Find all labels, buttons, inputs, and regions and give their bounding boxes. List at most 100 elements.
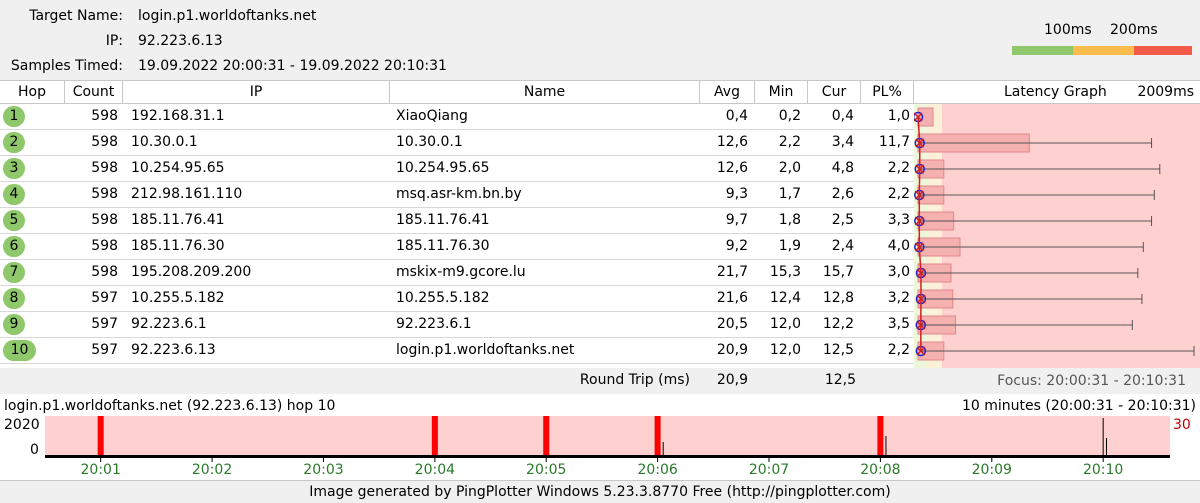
column-header-name[interactable]: Name (390, 81, 700, 103)
target-name-value: login.p1.worldoftanks.net (138, 8, 317, 24)
hop-cur: 12,8 (822, 290, 854, 306)
hop-min: 2,0 (778, 160, 801, 176)
round-trip-avg: 20,9 (716, 372, 748, 388)
hop-ip: 92.223.6.1 (131, 316, 207, 332)
hop-ip: 185.11.76.30 (131, 238, 225, 254)
hop-ip: 192.168.31.1 (131, 108, 225, 124)
hop-avg: 20,5 (716, 316, 748, 332)
packet-loss-marker (543, 416, 550, 456)
round-trip-row: Round Trip (ms) 20,9 12,5 Focus: 20:00:3… (0, 368, 1200, 394)
hop-cur: 0,4 (831, 108, 854, 124)
hop-name: 10.255.5.182 (396, 290, 490, 306)
hop-min: 12,0 (769, 342, 801, 358)
timeline-right-label: 30 (1173, 417, 1191, 433)
hop-name: XiaoQiang (396, 108, 468, 124)
latency-color-scale: 100ms 200ms (1012, 22, 1192, 55)
hop-number-badge: 8 (3, 288, 25, 309)
hop-min: 2,2 (778, 134, 801, 150)
hop-packet-loss: 2,2 (887, 160, 910, 176)
hop-packet-loss: 2,2 (887, 186, 910, 202)
column-header-min[interactable]: Min (755, 81, 808, 103)
timeline-tick-label: 20:02 (192, 462, 232, 478)
hop-name: login.p1.worldoftanks.net (396, 342, 575, 358)
target-name-label: Target Name: (29, 8, 123, 24)
hop-count: 598 (91, 264, 118, 280)
hop-ip: 185.11.76.41 (131, 212, 225, 228)
hop-packet-loss: 3,3 (887, 212, 910, 228)
hop-number-badge: 1 (3, 106, 25, 127)
hop-count: 597 (91, 316, 118, 332)
timeline-tick-label: 20:10 (1083, 462, 1123, 478)
timeline-tick-label: 20:09 (972, 462, 1012, 478)
hop-cur: 2,5 (831, 212, 854, 228)
hop-cur: 2,6 (831, 186, 854, 202)
packet-loss-marker (877, 416, 884, 456)
column-header-ip[interactable]: IP (123, 81, 390, 103)
latency-graph-max: 2009ms (1137, 84, 1194, 100)
hop-count: 598 (91, 212, 118, 228)
column-header-avg[interactable]: Avg (700, 81, 755, 103)
timeline-tick-label: 20:08 (860, 462, 900, 478)
scale-label-200ms: 200ms (1110, 22, 1158, 38)
scale-red-segment (1134, 46, 1192, 55)
hop-number-badge: 7 (3, 262, 25, 283)
hop-count: 598 (91, 108, 118, 124)
target-info-panel: Target Name: login.p1.worldoftanks.net I… (0, 0, 1200, 80)
timeline-tick-label: 20:07 (749, 462, 789, 478)
hop-packet-loss: 3,0 (887, 264, 910, 280)
column-header-cur[interactable]: Cur (808, 81, 861, 103)
hop-number-badge: 10 (3, 340, 36, 361)
hop-cur: 3,4 (831, 134, 854, 150)
hop-name: 185.11.76.30 (396, 238, 490, 254)
hop-min: 1,8 (778, 212, 801, 228)
timeline-y-max: 2020 (4, 417, 40, 433)
column-header-count[interactable]: Count (65, 81, 123, 103)
hop-cur: 2,4 (831, 238, 854, 254)
hop-ip: 195.208.209.200 (131, 264, 252, 280)
packet-loss-marker (97, 416, 104, 456)
hop-ip: 10.255.5.182 (131, 290, 225, 306)
hop-number-badge: 5 (3, 210, 25, 231)
focus-range: Focus: 20:00:31 - 20:10:31 (997, 373, 1186, 389)
hop-ip: 10.30.0.1 (131, 134, 198, 150)
timeline-tick-label: 20:03 (303, 462, 343, 478)
hop-min: 12,4 (769, 290, 801, 306)
timeline-y-min: 0 (30, 442, 39, 458)
hop-count: 598 (91, 186, 118, 202)
hop-number-badge: 3 (3, 158, 25, 179)
hop-min: 1,7 (778, 186, 801, 202)
hop-count: 597 (91, 290, 118, 306)
hop-avg: 12,6 (716, 134, 748, 150)
hop-min: 12,0 (769, 316, 801, 332)
hop-number-badge: 2 (3, 132, 25, 153)
hop-ip: 92.223.6.13 (131, 342, 216, 358)
column-header-hop[interactable]: Hop (0, 81, 65, 103)
samples-timed-label: Samples Timed: (10, 58, 123, 74)
timeline-tick-label: 20:04 (415, 462, 455, 478)
column-header-latency-graph[interactable]: Latency Graph 2009ms (914, 81, 1200, 103)
timeline-panel: 2020 0 30 20:01 20:02 20:03 20:04 20:05 20:06… (0, 414, 1200, 480)
ip-value: 92.223.6.13 (138, 33, 223, 49)
round-trip-cur: 12,5 (824, 372, 856, 388)
hop-packet-loss: 3,5 (887, 316, 910, 332)
packet-loss-marker (431, 416, 438, 456)
hop-name: 185.11.76.41 (396, 212, 490, 228)
hop-cur: 12,5 (822, 342, 854, 358)
hop-count: 598 (91, 160, 118, 176)
column-header-pl[interactable]: PL% (861, 81, 914, 103)
samples-timed-value: 19.09.2022 20:00:31 - 19.09.2022 20:10:3… (138, 58, 447, 74)
timeline-background (45, 416, 1170, 456)
timeline-baseline (45, 455, 1170, 458)
hop-number-badge: 6 (3, 236, 25, 257)
latency-graph-title: Latency Graph (1004, 84, 1107, 100)
hop-min: 1,9 (778, 238, 801, 254)
round-trip-label: Round Trip (ms) (579, 372, 690, 388)
timeline-tick-label: 20:05 (526, 462, 566, 478)
timeline-chart[interactable]: 2020 0 30 20:01 20:02 20:03 20:04 20:05 20:06… (0, 414, 1200, 480)
ip-label: IP: (105, 33, 123, 49)
timeline-tick-label: 20:06 (637, 462, 677, 478)
scale-label-100ms: 100ms (1044, 22, 1092, 38)
hop-packet-loss: 3,2 (887, 290, 910, 306)
hop-name: mskix-m9.gcore.lu (396, 264, 526, 280)
hop-avg: 12,6 (716, 160, 748, 176)
